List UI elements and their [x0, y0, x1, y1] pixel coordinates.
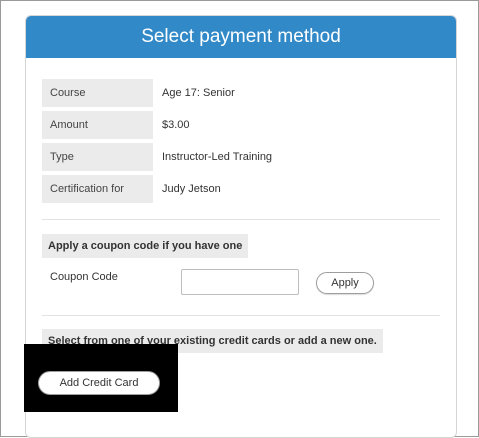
- detail-value: Instructor-Led Training: [162, 151, 273, 163]
- detail-value: Age 17: Senior: [162, 87, 235, 99]
- coupon-label: Coupon Code: [50, 271, 118, 283]
- detail-value: $3.00: [162, 119, 190, 131]
- page-frame: Select payment method Course Age 17: Sen…: [0, 0, 479, 438]
- divider: [42, 219, 440, 220]
- page-title: Select payment method: [141, 26, 341, 47]
- detail-label: Certification for: [42, 175, 153, 203]
- detail-row-certification: Certification for Judy Jetson: [42, 175, 440, 203]
- coupon-code-input[interactable]: [181, 269, 299, 295]
- detail-row-amount: Amount $3.00: [42, 111, 440, 139]
- card-header: Select payment method: [26, 16, 456, 58]
- apply-button[interactable]: Apply: [316, 272, 374, 294]
- coupon-section-title: Apply a coupon code if you have one: [42, 234, 249, 258]
- detail-label: Amount: [42, 111, 153, 139]
- detail-row-course: Course Age 17: Senior: [42, 79, 440, 107]
- detail-value: Judy Jetson: [162, 183, 221, 195]
- coupon-row: Coupon Code Apply: [42, 269, 440, 309]
- detail-label: Type: [42, 143, 153, 171]
- card-body: Course Age 17: Senior Amount $3.00 Type …: [26, 79, 456, 353]
- detail-label: Course: [42, 79, 153, 107]
- detail-row-type: Type Instructor-Led Training: [42, 143, 440, 171]
- divider: [42, 315, 440, 316]
- add-credit-card-button[interactable]: Add Credit Card: [38, 371, 160, 395]
